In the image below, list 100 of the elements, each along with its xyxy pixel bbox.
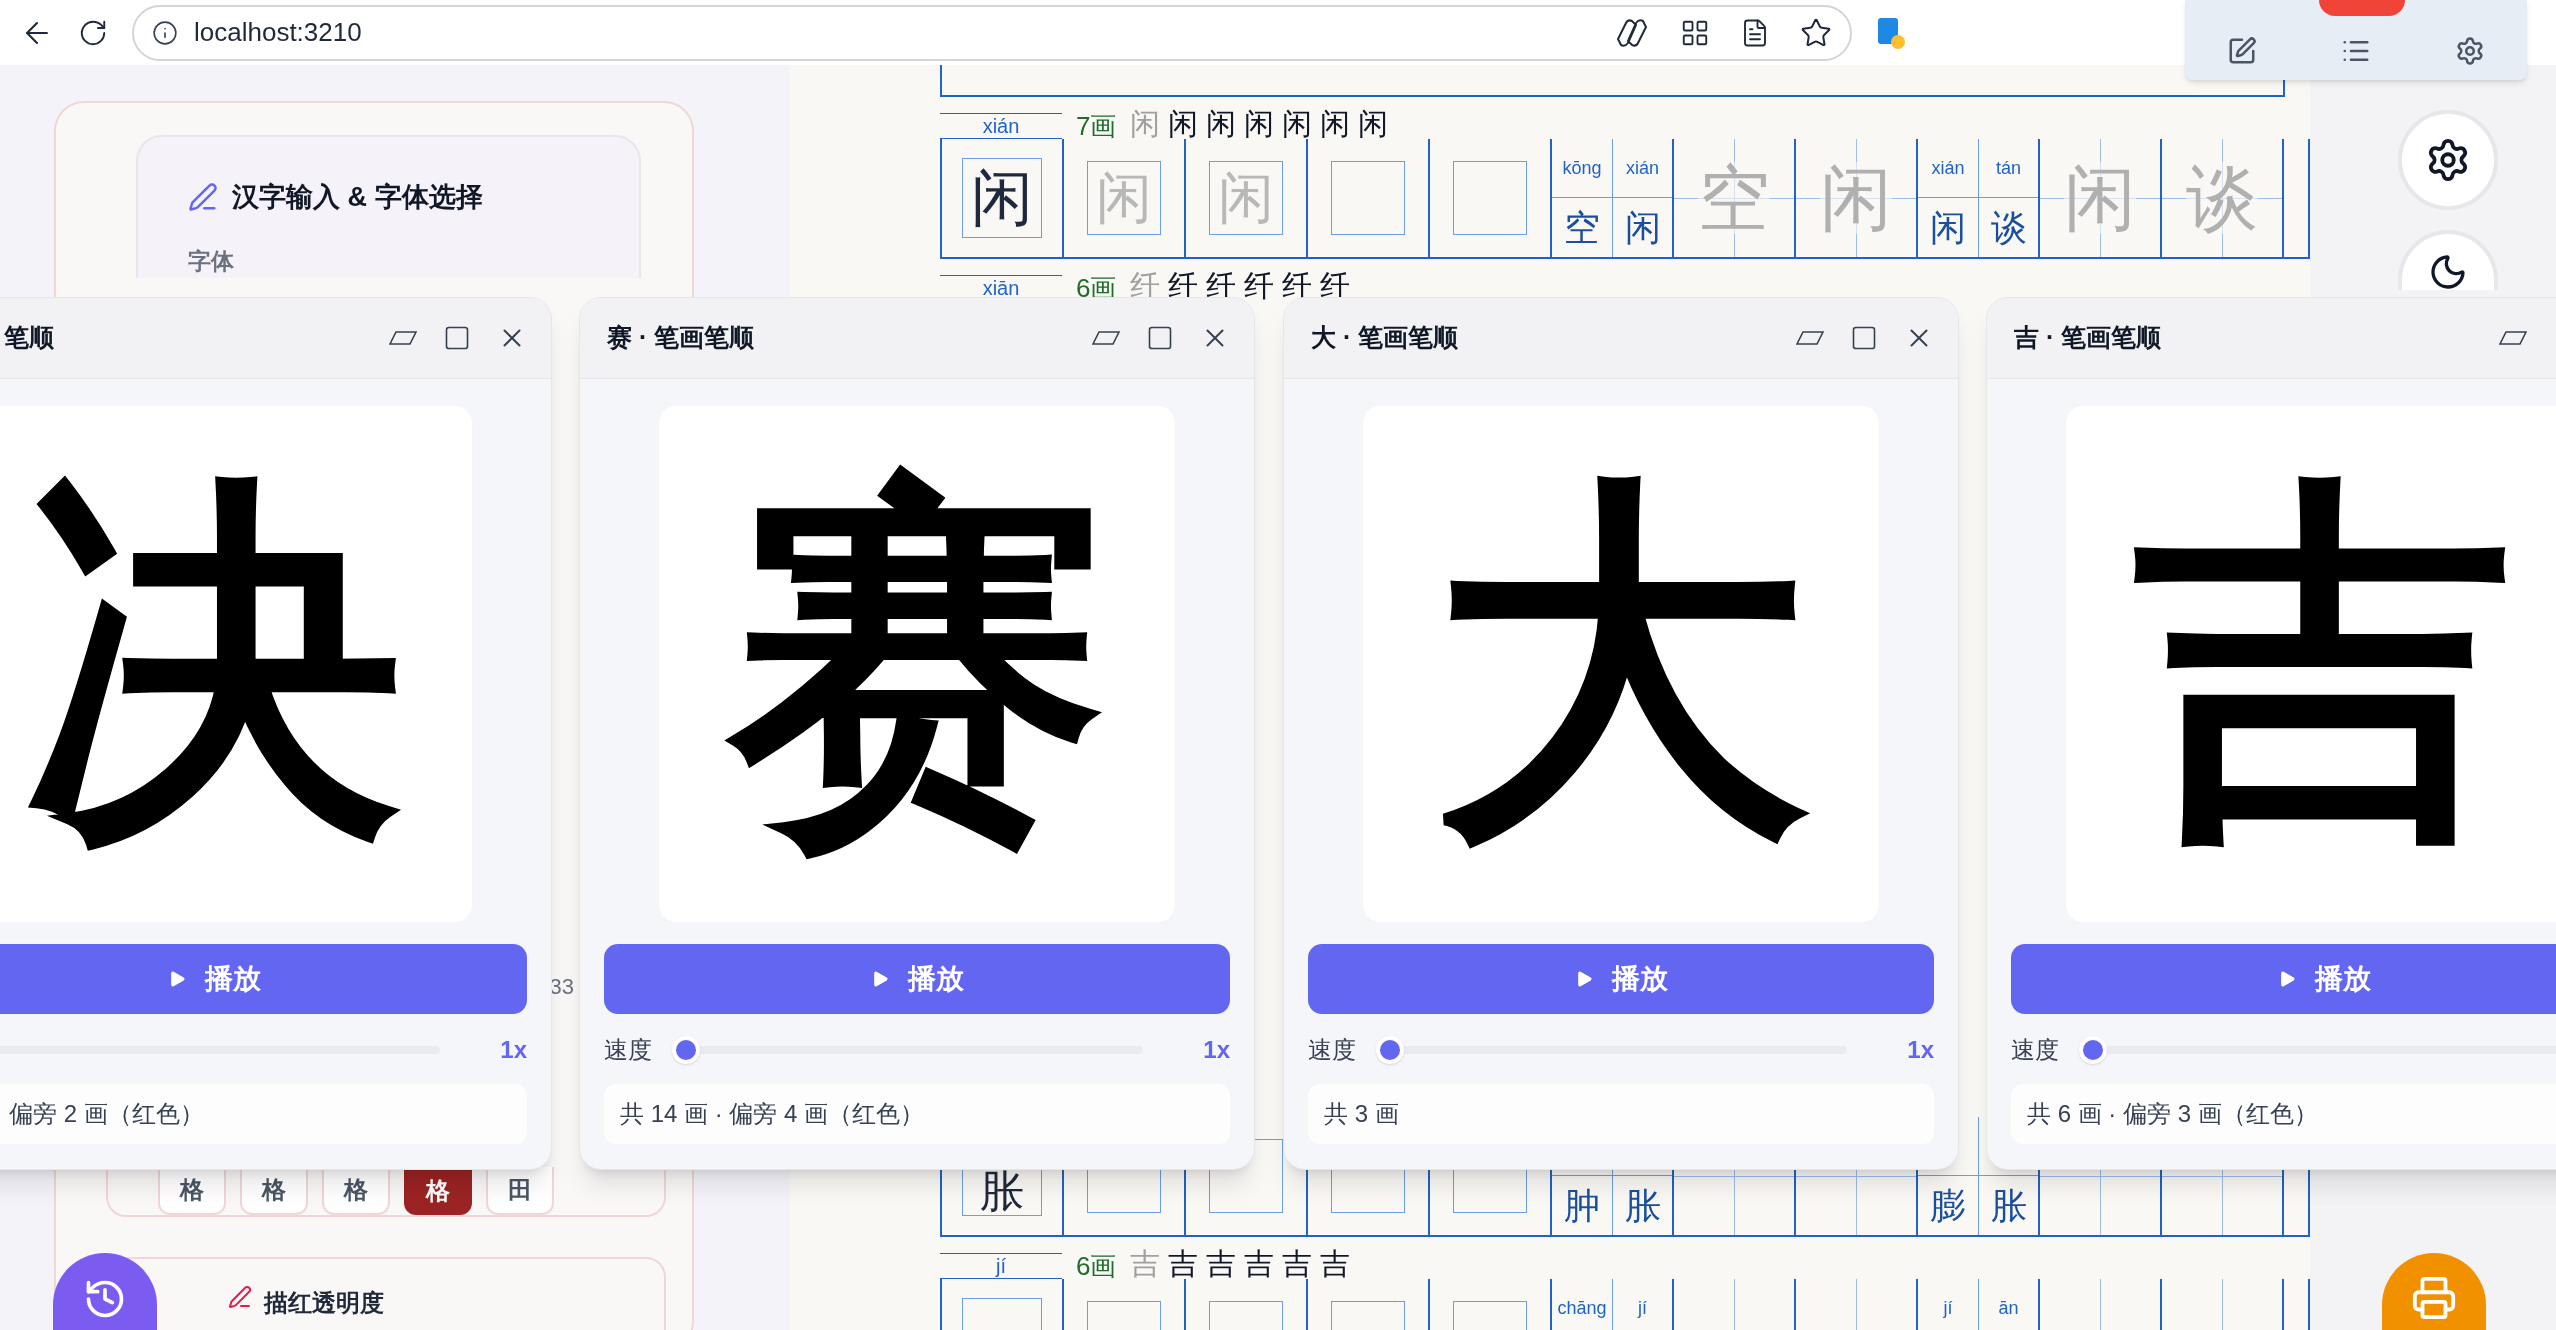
window-title: 大 · 笔画笔顺 <box>1311 322 1459 354</box>
stroke-step-character: 闲 <box>1206 109 1237 139</box>
trace-character: 空 <box>1698 162 1770 234</box>
word-character: 闲 <box>1930 209 1966 246</box>
stroke-step-character: 纤 <box>1282 271 1313 301</box>
stroke-step-character: 吉 <box>1206 1249 1237 1279</box>
pen-icon <box>188 182 218 213</box>
word-pinyin: chāng <box>1557 1296 1607 1320</box>
info-icon[interactable] <box>152 19 178 46</box>
word-pinyin: xián <box>1931 156 1965 180</box>
stroke-step-character: 吉 <box>1282 1249 1313 1279</box>
opacity-label: 描红透明度 <box>264 1288 384 1318</box>
speed-value: 1x <box>1907 1035 1934 1065</box>
word-pinyin: jí <box>1943 1296 1953 1320</box>
word-pinyin: ān <box>1998 1296 2019 1320</box>
trace-character: 闲 <box>2064 162 2136 234</box>
trace-character: 闲 <box>1820 162 1892 234</box>
stroke-step-character: 闲 <box>1244 109 1275 139</box>
font-label: 字体 <box>188 246 235 276</box>
stroke-step-character: 纤 <box>1244 271 1275 301</box>
stroke-step-character: 纤 <box>1168 271 1199 301</box>
slider-thumb[interactable] <box>672 1036 700 1064</box>
speed-value: 1x <box>1203 1035 1230 1065</box>
speed-label: 速度 <box>2011 1035 2059 1065</box>
stroke-info: 偏旁 2 画（红色） <box>9 1099 204 1129</box>
trace-character: 闲 <box>1218 170 1274 226</box>
printer-icon <box>2411 1275 2457 1321</box>
copilot-icon[interactable] <box>1614 16 1650 49</box>
stroke-info: 共 14 画 · 偏旁 4 画（红色） <box>620 1099 925 1129</box>
word-character: 胀 <box>1624 1187 1661 1224</box>
count-text: 33 <box>549 973 574 1001</box>
speed-slider[interactable] <box>672 1035 1144 1065</box>
stroke-count: 7画 <box>1076 113 1117 139</box>
stroke-info: 共 3 画 <box>1324 1099 1399 1129</box>
word-pinyin: xián <box>1626 156 1659 180</box>
grid-style-button[interactable]: 格 <box>158 1167 226 1215</box>
slider-thumb[interactable] <box>2079 1036 2107 1064</box>
play-button[interactable]: 播放 <box>2011 944 2556 1014</box>
settings-icon[interactable] <box>2455 36 2485 66</box>
minimize-icon[interactable] <box>1796 331 1824 345</box>
speed-slider[interactable] <box>1376 1035 1848 1065</box>
record-button[interactable] <box>2319 0 2405 16</box>
word-character: 谈 <box>1990 209 2027 246</box>
stroke-step-character: 闲 <box>1320 109 1351 139</box>
edit-icon[interactable] <box>2227 36 2257 66</box>
stroke-step-character: 闲 <box>1168 109 1199 139</box>
grid-style-button[interactable]: 格 <box>240 1167 308 1215</box>
favorite-icon[interactable] <box>1800 16 1832 49</box>
slider-thumb[interactable] <box>1376 1036 1404 1064</box>
trace-character: 谈 <box>2186 162 2258 234</box>
stroke-step-character: 吉 <box>1320 1249 1351 1279</box>
maximize-icon[interactable] <box>1146 324 1174 352</box>
minimize-icon[interactable] <box>389 331 417 345</box>
model-character: 闲 <box>971 167 1033 229</box>
stroke-info: 共 6 画 · 偏旁 3 画（红色） <box>2027 1099 2318 1129</box>
address-bar[interactable]: localhost:3210 <box>132 4 1852 61</box>
window-title: 笔顺 <box>4 322 54 354</box>
header-pinyin: xiān <box>982 278 1020 298</box>
header-pinyin: jí <box>996 1256 1006 1276</box>
trace-character: 闲 <box>1096 170 1152 226</box>
speed-label: 速度 <box>1308 1035 1356 1065</box>
model-character: 胀 <box>980 1169 1024 1213</box>
grid-style-button[interactable]: 格 <box>322 1167 390 1215</box>
word-pinyin: tán <box>1996 156 2021 180</box>
word-pinyin: jí <box>1638 1296 1647 1320</box>
stroke-step-character: 纤 <box>1130 271 1161 301</box>
stroke-step-character: 吉 <box>1130 1249 1161 1279</box>
window-title: 赛 · 笔画笔顺 <box>607 322 755 354</box>
stroke-character: 吉 <box>2134 450 2514 878</box>
minimize-icon[interactable] <box>2499 331 2527 345</box>
speed-label: 速度 <box>604 1035 652 1065</box>
minimize-icon[interactable] <box>1092 331 1120 345</box>
stroke-step-character: 闲 <box>1130 109 1161 139</box>
stroke-step-character: 吉 <box>1244 1249 1275 1279</box>
stroke-step-character: 吉 <box>1168 1249 1199 1279</box>
extension-icon[interactable] <box>1876 15 1906 50</box>
grid-style-button[interactable]: 田 <box>486 1167 554 1215</box>
moon-icon <box>2428 252 2468 290</box>
header-pinyin: xián <box>982 116 1020 136</box>
grid-style-button[interactable]: 格 <box>404 1167 472 1215</box>
stroke-character: 大 <box>1431 450 1811 878</box>
play-button[interactable]: 播放 <box>0 944 527 1014</box>
section-title: 汉字输入 & 字体选择 <box>232 181 483 214</box>
stroke-count: 6画 <box>1076 1253 1117 1279</box>
word-character: 胀 <box>1990 1187 2027 1224</box>
word-character: 闲 <box>1624 209 1661 246</box>
word-pinyin: kōng <box>1562 156 1602 180</box>
stroke-step-character: 闲 <box>1282 109 1313 139</box>
word-character: 空 <box>1564 209 1600 246</box>
window-title: 吉 · 笔画笔顺 <box>2014 322 2162 354</box>
speed-slider[interactable] <box>2079 1035 2556 1065</box>
stroke-step-character: 纤 <box>1206 271 1237 301</box>
word-character: 膨 <box>1930 1187 1966 1224</box>
pen-icon <box>228 1285 252 1309</box>
maximize-icon[interactable] <box>443 324 471 352</box>
word-character: 肿 <box>1564 1187 1600 1224</box>
play-button[interactable]: 播放 <box>604 944 1230 1014</box>
url-text: localhost:3210 <box>194 16 362 49</box>
play-button[interactable]: 播放 <box>1308 944 1934 1014</box>
maximize-icon[interactable] <box>1850 324 1878 352</box>
